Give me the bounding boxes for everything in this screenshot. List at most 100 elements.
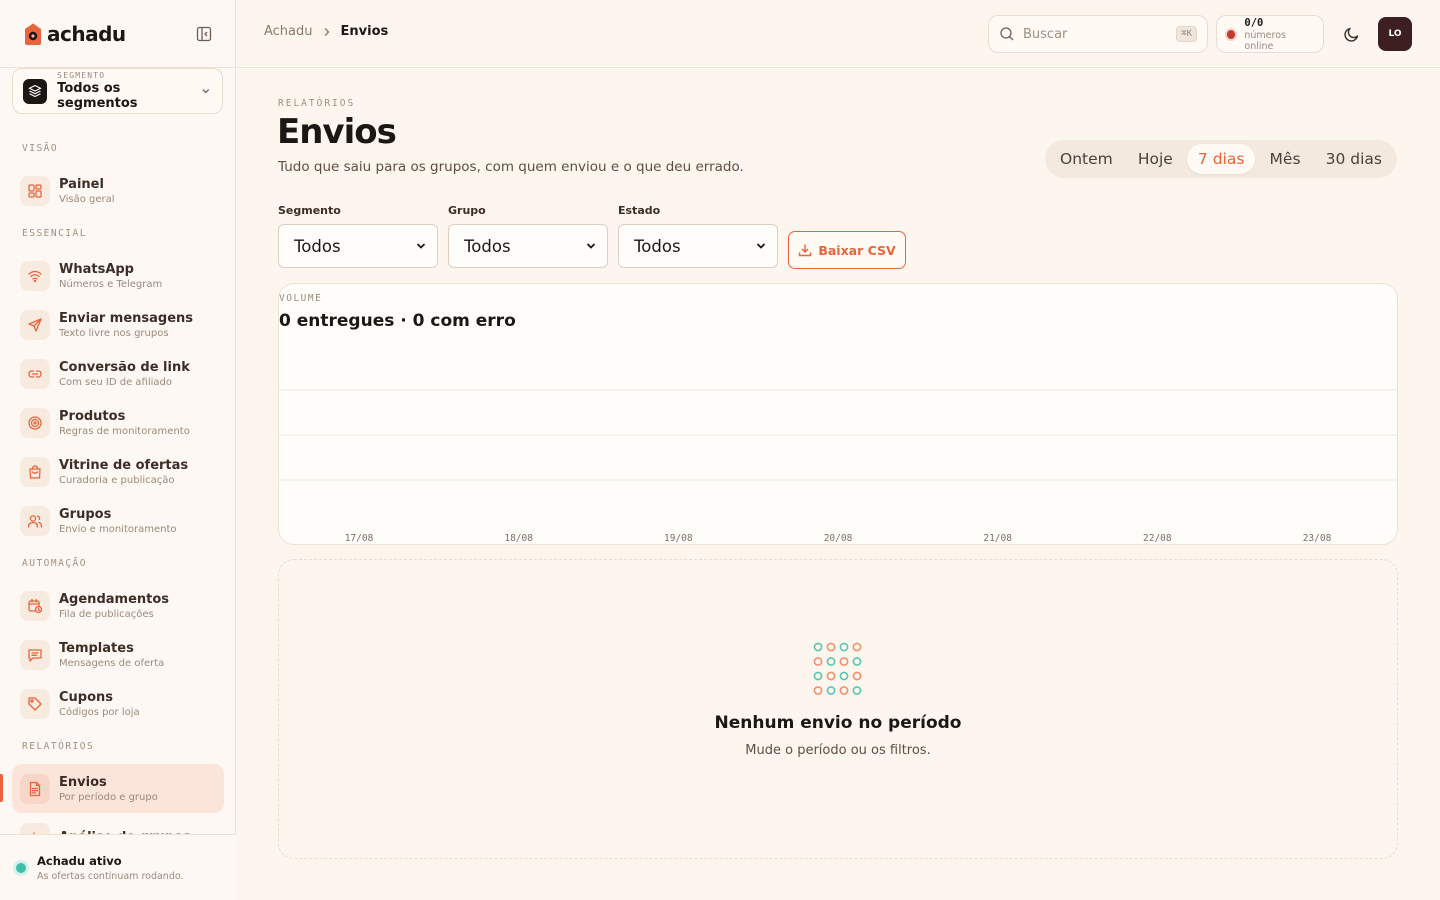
pattern-dot: [839, 671, 849, 681]
pattern-dot: [852, 686, 862, 695]
sidebar-item-title: WhatsApp: [59, 261, 134, 277]
segment-selector[interactable]: SEGMENTO Todos os segmentos: [12, 68, 223, 114]
sidebar-item-painel[interactable]: Painel Visão geral: [12, 166, 224, 215]
sidebar-item-subtitle: Códigos por loja: [59, 706, 140, 718]
chart-x-tick-label: 19/08: [664, 533, 693, 544]
search-shortcut-badge: ⌘K: [1176, 26, 1197, 42]
chevron-down-icon: [586, 243, 596, 249]
empty-pattern-icon: [813, 642, 862, 695]
pattern-dot: [813, 642, 823, 652]
nav-section-label: ESSENCIAL: [22, 227, 87, 239]
breadcrumb: Achadu Envios: [264, 24, 388, 39]
sidebar-item-title: Envios: [59, 774, 107, 790]
empty-state: Nenhum envio no período Mude o período o…: [278, 559, 1398, 859]
chevron-down-icon: [756, 243, 766, 249]
period-tab[interactable]: Ontem: [1049, 144, 1124, 174]
grid-icon: [20, 175, 50, 206]
sidebar: achadu SEGMENTO Todos os segmentos VISÃO…: [0, 0, 236, 900]
pattern-dot: [813, 686, 823, 695]
filter-estado: Estado Todos: [618, 204, 778, 268]
sidebar-item-subtitle: Curadoria e publicação: [59, 474, 175, 486]
segment-kicker: SEGMENTO: [57, 71, 106, 80]
segmento-select[interactable]: Todos: [278, 224, 438, 268]
online-numbers-status[interactable]: 0/0 números online: [1216, 15, 1324, 53]
grupo-select[interactable]: Todos: [448, 224, 608, 268]
pattern-dot: [813, 657, 823, 666]
period-tab[interactable]: Mês: [1259, 144, 1312, 174]
pattern-dot: [826, 686, 836, 695]
wifi-icon: [20, 260, 50, 291]
nav-section-label: AUTOMAÇÃO: [22, 557, 87, 569]
sidebar-item-grupos[interactable]: Grupos Envio e monitoramento: [12, 496, 224, 545]
sidebar-item-subtitle: Números e Telegram: [59, 278, 163, 290]
status-title: Achadu ativo: [37, 853, 122, 868]
filter-grupo: Grupo Todos: [448, 204, 608, 268]
sidebar-item-agendamentos[interactable]: Agendamentos Fila de publicações: [12, 581, 224, 630]
sidebar-item-cupons[interactable]: Cupons Códigos por loja: [12, 679, 224, 728]
nav-section-label: RELATÓRIOS: [22, 740, 95, 752]
sidebar-item-vitrine-de-ofertas[interactable]: Vitrine de ofertas Curadoria e publicação: [12, 447, 224, 496]
status-subtitle: As ofertas continuam rodando.: [37, 870, 184, 882]
download-csv-button[interactable]: Baixar CSV: [788, 231, 906, 269]
sidebar-item-enviar-mensagens[interactable]: Enviar mensagens Texto livre nos grupos: [12, 300, 224, 349]
online-count: 0/0: [1244, 16, 1264, 29]
sidebar-item-subtitle: Visão geral: [59, 193, 115, 205]
period-tab[interactable]: 30 dias: [1315, 144, 1393, 174]
chart-x-tick-label: 17/08: [345, 533, 374, 544]
sidebar-nav: VISÃO Painel Visão geral ESSENCIAL WhatsApp N…: [0, 130, 236, 834]
sidebar-item-whatsapp[interactable]: WhatsApp Números e Telegram: [12, 251, 224, 300]
collapse-sidebar-button[interactable]: [195, 25, 213, 43]
download-icon: [799, 244, 812, 257]
chart-x-tick-label: 18/08: [504, 533, 533, 544]
sidebar-item-title: Painel: [59, 176, 104, 192]
sidebar-item-title: Vitrine de ofertas: [59, 457, 189, 473]
search-icon: [1000, 27, 1014, 41]
pattern-dot: [852, 671, 862, 681]
main-content: RELATÓRIOS Envios Tudo que saiu para os …: [236, 68, 1440, 900]
logo-icon: [22, 22, 44, 46]
pattern-dot: [826, 671, 836, 681]
sidebar-item-analise-de-grupos[interactable]: Análise de grupos: [12, 813, 224, 834]
pattern-dot: [839, 686, 849, 695]
sidebar-item-envios[interactable]: Envios Por período e grupo: [0, 764, 224, 813]
empty-title: Nenhum envio no período: [714, 713, 962, 733]
filter-label: Estado: [618, 204, 661, 217]
search-input[interactable]: Buscar ⌘K: [988, 15, 1208, 53]
nav-section-label: VISÃO: [22, 142, 59, 154]
sidebar-item-templates[interactable]: Templates Mensagens de oferta: [12, 630, 224, 679]
sidebar-item-conversao-de-link[interactable]: Conversão de link Com seu ID de afiliado: [12, 349, 224, 398]
users-icon: [20, 505, 50, 536]
sidebar-item-produtos[interactable]: Produtos Regras de monitoramento: [12, 398, 224, 447]
estado-select[interactable]: Todos: [618, 224, 778, 268]
chart-kicker: VOLUME: [279, 293, 323, 304]
tag-icon: [20, 688, 50, 719]
pattern-dot: [826, 642, 836, 652]
app-status: Achadu ativo As ofertas continuam rodand…: [0, 834, 236, 900]
topbar: Achadu Envios Buscar ⌘K 0/0 números onli…: [236, 0, 1440, 68]
sidebar-item-title: Templates: [59, 640, 134, 656]
chevron-down-icon: [416, 243, 426, 249]
period-tab[interactable]: 7 dias: [1186, 144, 1256, 174]
user-avatar[interactable]: LO: [1378, 17, 1412, 51]
chart-x-tick-label: 22/08: [1143, 533, 1172, 544]
chevron-down-icon: [202, 89, 210, 94]
sidebar-item-title: Grupos: [59, 506, 112, 522]
sidebar-item-title: Agendamentos: [59, 591, 170, 607]
sidebar-item-subtitle: Envio e monitoramento: [59, 523, 177, 535]
period-selector: Ontem Hoje 7 dias Mês 30 dias: [1045, 140, 1397, 178]
online-label: números online: [1244, 29, 1286, 52]
sidebar-item-title: Conversão de link: [59, 359, 190, 375]
bar-chart-icon: [20, 822, 50, 834]
page-title: Envios: [277, 112, 397, 152]
sidebar-item-subtitle: Regras de monitoramento: [59, 425, 190, 437]
pattern-dot: [852, 642, 862, 652]
breadcrumb-current: Envios: [340, 24, 389, 39]
theme-toggle-button[interactable]: [1340, 22, 1364, 46]
download-csv-label: Baixar CSV: [818, 242, 896, 258]
segment-value: Todos os segmentos: [57, 81, 138, 111]
period-tab[interactable]: Hoje: [1127, 144, 1184, 174]
pattern-dot: [852, 657, 862, 666]
breadcrumb-root-link[interactable]: Achadu: [264, 24, 313, 39]
filter-label: Grupo: [448, 204, 486, 217]
file-text-icon: [20, 773, 50, 804]
